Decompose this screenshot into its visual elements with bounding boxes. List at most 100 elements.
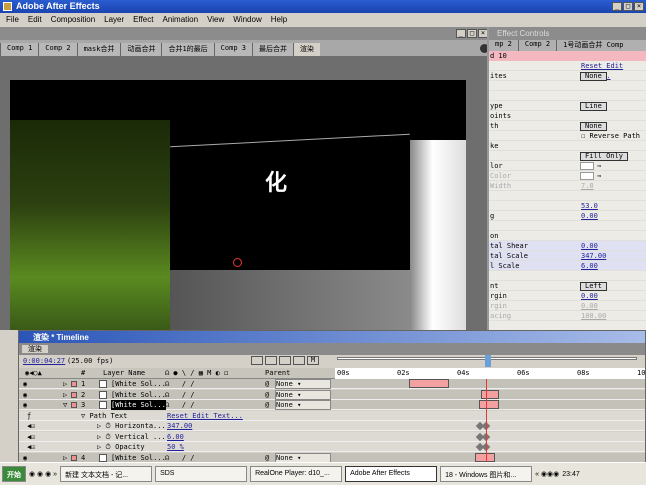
menu-window[interactable]: Window	[233, 15, 261, 25]
ec-value[interactable]: 0.00	[581, 241, 598, 251]
task-realone[interactable]: RealOne Player: d10_...	[250, 466, 343, 482]
eyedropper-icon[interactable]: ⇒	[597, 161, 601, 171]
ec-value[interactable]: 6.00	[581, 261, 598, 271]
layer-switches[interactable]: ☊ / /	[165, 390, 195, 400]
menu-file[interactable]: File	[6, 15, 19, 25]
menu-edit[interactable]: Edit	[28, 15, 42, 25]
tab-anim[interactable]: 动画合并	[120, 43, 162, 56]
timecode[interactable]: 0:00:04:27	[23, 357, 65, 365]
time-ruler[interactable]: 00s 02s 04s 06s 08s 10	[335, 368, 645, 379]
eye-icon[interactable]: ◉	[23, 390, 27, 400]
menu-effect[interactable]: Effect	[133, 15, 153, 25]
expand-arrow-icon[interactable]: ▷	[63, 453, 67, 463]
layer-duration-bar[interactable]	[481, 389, 499, 399]
close-button[interactable]: ×	[634, 2, 644, 11]
quicklaunch-icons[interactable]: ◉ ◉ ◉ »	[29, 470, 57, 478]
task-notepad[interactable]: 新建 文本文档 - 记...	[60, 466, 153, 482]
menu-view[interactable]: View	[207, 15, 224, 25]
reverse-path-checkbox[interactable]: ☐ Reverse Path	[581, 131, 640, 141]
parent-dropdown[interactable]: None ▾	[275, 379, 331, 389]
task-image-viewer[interactable]: 18 - Windows 图片和...	[440, 466, 533, 482]
layer-name[interactable]: [White Sol...	[111, 390, 166, 400]
property-value[interactable]: 50 %	[167, 442, 184, 452]
layer-duration-bar[interactable]	[475, 452, 495, 462]
layer-row[interactable]: ◉ ▷ 2 [White Sol... ☊ / / @ None ▾	[19, 389, 645, 400]
layer-name[interactable]: [White Sol...	[111, 453, 166, 463]
property-value[interactable]: Reset Edit Text...	[167, 411, 243, 421]
ec-value[interactable]: 7.0	[581, 181, 594, 191]
ec-tab-2[interactable]: Comp 2	[519, 40, 558, 51]
keyframe-nav-icon[interactable]: ◀☑	[27, 421, 35, 431]
ec-value[interactable]: 100.00	[581, 311, 606, 321]
tab-comp-2[interactable]: Comp 2	[38, 43, 77, 56]
tab-comp-3[interactable]: Comp 3	[213, 43, 252, 56]
parent-pickwhip-icon[interactable]: @	[265, 379, 269, 389]
ec-value[interactable]: 347.00	[581, 251, 606, 261]
minimize-button[interactable]: _	[612, 2, 622, 11]
expand-arrow-icon[interactable]: ▷	[63, 379, 67, 389]
comp-minimize-button[interactable]: _	[456, 29, 466, 38]
task-after-effects[interactable]: Adobe After Effects	[345, 466, 438, 482]
layer-duration-bar[interactable]	[479, 400, 499, 409]
layer-switches[interactable]: ☊ / /	[165, 379, 195, 389]
layer-row[interactable]: ◉ ▽ 3 [White Sol... ☊ / / @ None ▾	[19, 400, 645, 410]
shy-button[interactable]	[279, 356, 291, 365]
expand-arrow-icon[interactable]: ▽	[63, 400, 67, 410]
menu-help[interactable]: Help	[271, 15, 287, 25]
label-color[interactable]	[71, 454, 77, 461]
label-color[interactable]	[71, 381, 77, 387]
tab-final[interactable]: 最后合并	[251, 43, 293, 56]
property-value[interactable]: 347.00	[167, 421, 192, 431]
col-layer-name[interactable]: Layer Name	[103, 369, 145, 377]
layer-row[interactable]: ◉ ▷ 1 [White Sol... ☊ / / @ None ▾	[19, 379, 645, 389]
layer-switches[interactable]: ☊ / /	[165, 453, 195, 463]
task-sds[interactable]: SDS	[155, 466, 248, 482]
parent-dropdown[interactable]: None ▾	[275, 400, 331, 410]
menu-layer[interactable]: Layer	[104, 15, 124, 25]
label-color[interactable]	[71, 402, 77, 408]
motion-blur-button[interactable]: M	[307, 356, 319, 365]
parent-pickwhip-icon[interactable]: @	[265, 390, 269, 400]
timeline-tab[interactable]: 渲染	[22, 345, 48, 353]
label-color[interactable]	[71, 391, 77, 398]
parent-dropdown[interactable]: None ▾	[275, 452, 331, 463]
property-row[interactable]: ◀☑ ▷ ⏱ Vertical ... 6.00	[19, 431, 645, 442]
layer-row[interactable]: ◉ ▷ 4 [White Sol... ☊ / / @ None ▾	[19, 452, 645, 463]
tab-merge1[interactable]: 合并1的最后	[161, 43, 214, 56]
layer-name[interactable]: [White Sol...	[111, 400, 166, 410]
start-button[interactable]: 开始	[2, 466, 26, 482]
ec-value[interactable]: 0.00	[581, 301, 598, 311]
keyframe-nav-icon[interactable]: ƒ	[27, 411, 31, 421]
layer-name[interactable]: [White Sol...	[111, 379, 166, 389]
tray-icons[interactable]: « ◉◉◉	[535, 470, 559, 478]
composition-viewer[interactable]: 化	[0, 56, 490, 330]
tab-comp-1[interactable]: Comp 1	[0, 43, 39, 56]
tab-mask[interactable]: mask合并	[76, 43, 121, 56]
color-swatch[interactable]	[580, 172, 594, 180]
parent-pickwhip-icon[interactable]: @	[265, 453, 269, 463]
ec-dropdown[interactable]: Left	[580, 282, 607, 291]
ec-dropdown[interactable]: None	[580, 72, 607, 81]
comp-maximize-button[interactable]: □	[467, 29, 477, 38]
ec-dropdown[interactable]: Line	[580, 102, 607, 111]
layer-duration-bar[interactable]	[409, 379, 449, 388]
ec-dropdown[interactable]: Fill Only	[580, 152, 628, 161]
keyframe-nav-icon[interactable]: ◀☑	[27, 432, 35, 442]
property-row[interactable]: ◀☑ ▷ ⏱ Horizonta... 347.00	[19, 421, 645, 431]
eye-icon[interactable]: ◉	[23, 379, 27, 389]
ec-tab-1[interactable]: mp 2	[489, 40, 519, 51]
menu-animation[interactable]: Animation	[162, 15, 198, 25]
tab-render[interactable]: 渲染	[292, 43, 320, 56]
timeline-button[interactable]	[265, 356, 277, 365]
property-row[interactable]: ƒ ▽ Path Text Reset Edit Text...	[19, 410, 645, 421]
keyframe-nav-icon[interactable]: ◀☑	[27, 442, 35, 452]
ec-value[interactable]: 53.0	[581, 201, 598, 211]
eye-icon[interactable]: ◉	[23, 400, 27, 410]
anchor-point-icon[interactable]	[233, 258, 242, 267]
property-value[interactable]: 6.00	[167, 432, 184, 442]
frame-blend-button[interactable]	[293, 356, 305, 365]
expand-arrow-icon[interactable]: ▷	[63, 390, 67, 400]
parent-pickwhip-icon[interactable]: @	[265, 400, 269, 410]
ec-dropdown[interactable]: None	[580, 122, 607, 131]
layer-switches[interactable]: ☊ / /	[165, 400, 195, 410]
